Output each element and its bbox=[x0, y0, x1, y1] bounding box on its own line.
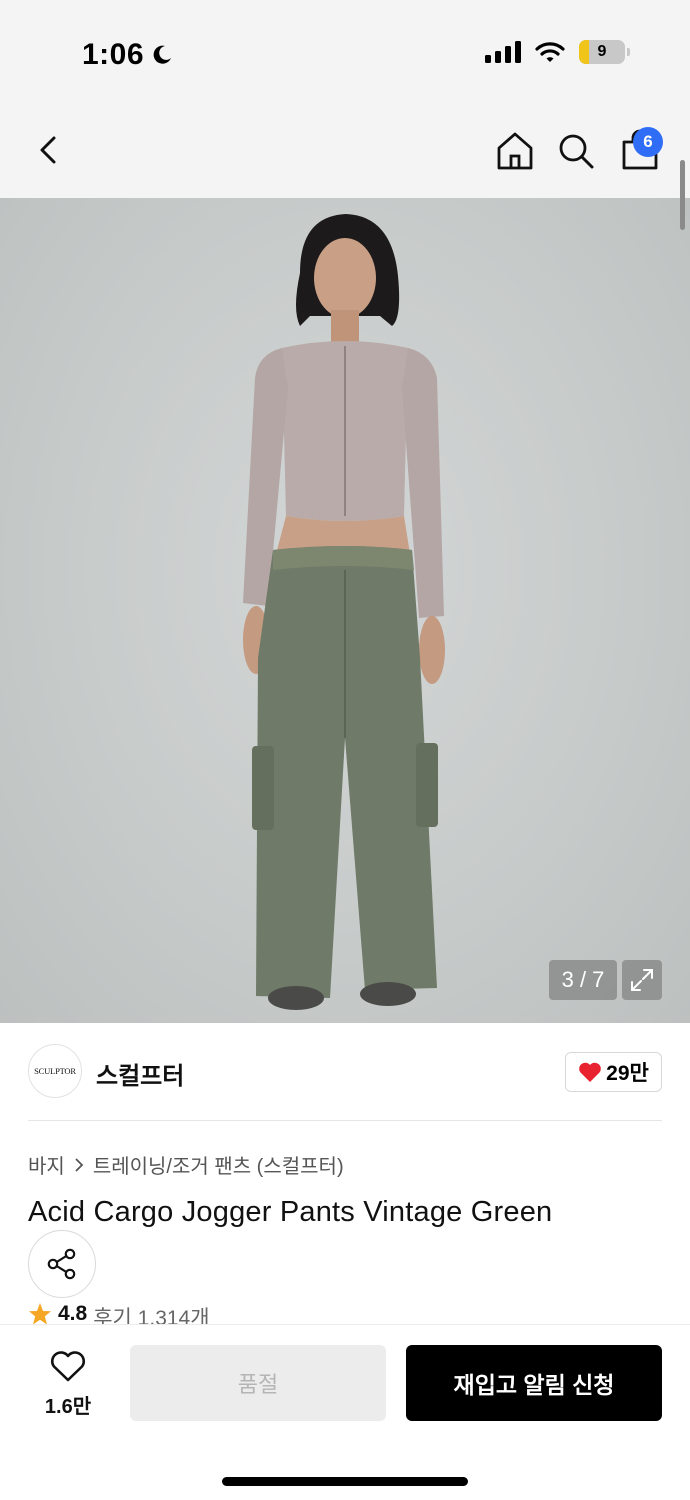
battery-icon: 9 bbox=[579, 40, 625, 64]
soldout-button: 품절 bbox=[130, 1345, 386, 1421]
star-icon bbox=[29, 1303, 51, 1325]
wifi-icon bbox=[535, 42, 565, 62]
wish-count: 1.6만 bbox=[44, 1396, 92, 1418]
review-count: 후기 1,314개 bbox=[93, 1307, 210, 1326]
divider bbox=[28, 1120, 662, 1121]
product-image[interactable] bbox=[0, 198, 690, 1023]
brand-logo-text: SCULPTOR bbox=[34, 1066, 76, 1076]
back-arrow-icon[interactable] bbox=[30, 130, 68, 170]
status-bar: 1:06 9 bbox=[0, 0, 690, 100]
status-icons: 9 bbox=[485, 40, 630, 64]
expand-arrows-icon[interactable] bbox=[622, 960, 662, 1000]
search-icon[interactable] bbox=[557, 132, 595, 170]
share-icon bbox=[47, 1248, 76, 1280]
heart-filled-icon bbox=[579, 1062, 601, 1082]
battery-cap bbox=[627, 48, 630, 56]
heart-outline-icon[interactable] bbox=[50, 1350, 86, 1382]
home-icon[interactable] bbox=[495, 130, 535, 172]
image-counter: 3 / 7 bbox=[549, 960, 617, 1000]
rating-score: 4.8 bbox=[58, 1302, 88, 1325]
breadcrumb: 바지 트레이닝/조거 팬츠 (스컬프터) bbox=[28, 1150, 344, 1179]
brand-logo[interactable]: SCULPTOR bbox=[28, 1044, 82, 1098]
battery-level: 9 bbox=[597, 43, 607, 60]
share-button[interactable] bbox=[28, 1230, 96, 1298]
status-time: 1:06 bbox=[82, 38, 174, 72]
brand-like-count: 29만 bbox=[606, 1062, 649, 1085]
breadcrumb-category[interactable]: 바지 bbox=[28, 1150, 65, 1179]
product-title: Acid Cargo Jogger Pants Vintage Green bbox=[28, 1196, 553, 1228]
model-photo bbox=[243, 214, 445, 1010]
clock-text: 1:06 bbox=[82, 38, 145, 71]
home-indicator bbox=[222, 1477, 468, 1486]
brand-name[interactable]: 스컬프터 bbox=[96, 1056, 184, 1091]
rating-row[interactable]: 4.8 후기 1,314개 bbox=[28, 1302, 210, 1326]
restock-alert-button[interactable]: 재입고 알림 신청 bbox=[406, 1345, 662, 1421]
breadcrumb-subcategory[interactable]: 트레이닝/조거 팬츠 (스컬프터) bbox=[93, 1150, 344, 1179]
moon-icon bbox=[153, 45, 172, 64]
brand-like-button[interactable]: 29만 bbox=[565, 1052, 662, 1092]
chevron-right-icon bbox=[75, 1157, 84, 1172]
cart-count-badge: 6 bbox=[633, 127, 663, 157]
cellular-signal-icon bbox=[485, 41, 521, 63]
scrollbar[interactable] bbox=[680, 160, 685, 230]
nav-bar bbox=[0, 100, 690, 198]
